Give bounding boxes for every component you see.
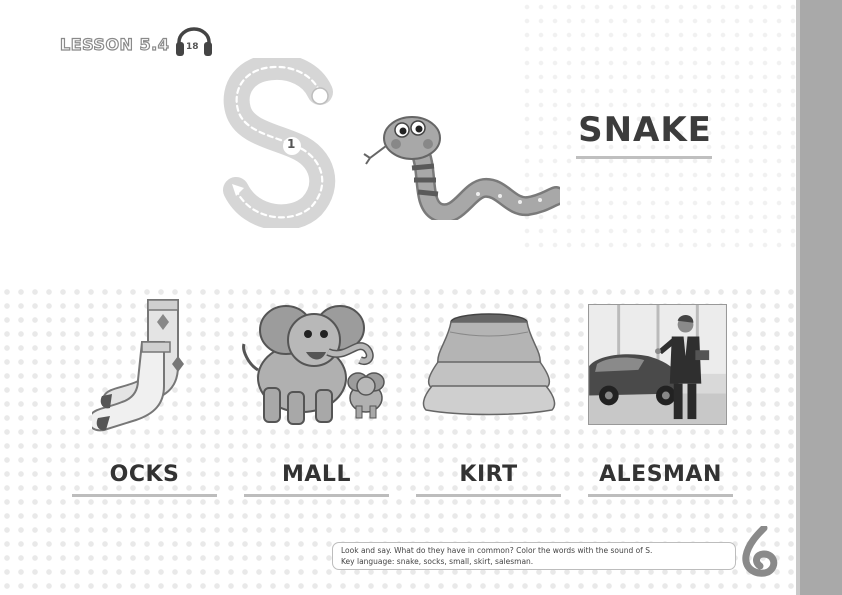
instructions-line-1: Look and say. What do they have in commo… [341,546,653,555]
elephant-illustration [242,305,385,425]
socks-illustration [92,299,184,432]
page-edge-strip [796,0,842,595]
instructions-box: Look and say. What do they have in commo… [332,542,736,570]
skirt-illustration [422,313,556,416]
featured-word: SNAKE [578,110,712,150]
card-word-skirt: KIRT [459,462,518,487]
snake-illustration [363,116,560,220]
audio-track-number: 18 [186,42,199,52]
card-underline [72,494,217,497]
featured-word-underline [576,156,712,159]
salesman-photo [588,304,727,425]
swirl-logo-icon [742,526,778,577]
card-underline [416,494,561,497]
card-underline [588,494,733,497]
card-word-socks: OCKS [109,462,180,487]
instructions-line-2: Key language: snake, socks, small, skirt… [341,557,534,566]
card-word-small: MALL [282,462,351,487]
card-underline [244,494,389,497]
stroke-order-number: 1 [287,137,296,151]
workbook-page: LESSON 5.4 18 1 SNAKE OCKS MALL KIRT ALE… [0,0,796,595]
letter-s-tracing [223,58,336,228]
card-word-salesman: ALESMAN [599,462,722,487]
lesson-label: LESSON 5.4 [59,34,170,54]
